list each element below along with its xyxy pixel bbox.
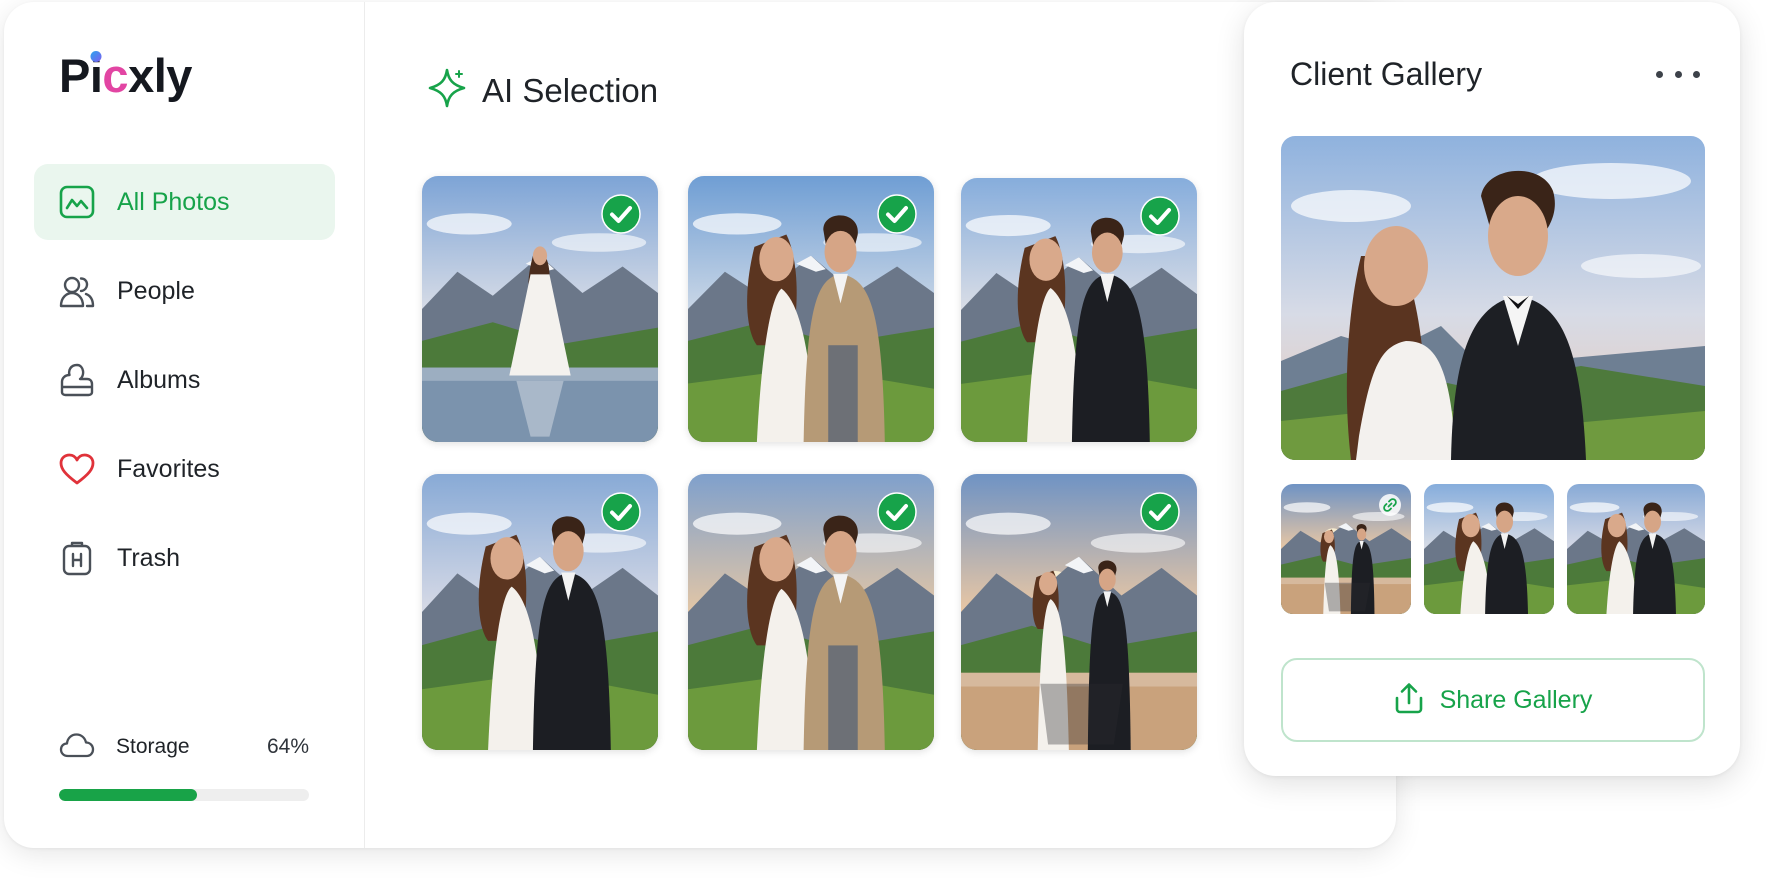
people-icon [58, 272, 96, 310]
more-horizontal-icon[interactable] [1656, 62, 1700, 86]
sidebar: Pi cxly All Photos People Albums Favorit… [4, 2, 365, 848]
sidebar-item-all-photos[interactable]: All Photos [34, 164, 335, 240]
thumbnail-couple-at-lake[interactable] [1281, 484, 1411, 614]
logo-letter: c [102, 49, 129, 102]
thumbnail-couple-on-hill[interactable] [1567, 484, 1705, 614]
storage-widget: Storage 64% [59, 730, 309, 801]
share-gallery-label: Share Gallery [1439, 685, 1593, 714]
logo-letters: xly [128, 49, 192, 102]
sparkle-icon [428, 68, 466, 113]
ai-selection-header: AI Selection [428, 68, 658, 113]
selected-check-icon[interactable] [601, 492, 641, 532]
selected-check-icon[interactable] [877, 492, 917, 532]
selected-check-icon[interactable] [1140, 492, 1180, 532]
trash-icon [58, 539, 96, 577]
sidebar-item-trash[interactable]: Trash [34, 520, 335, 596]
sidebar-item-label: People [117, 276, 195, 305]
photo-card-couple-hugging-smiling[interactable] [422, 474, 658, 750]
albums-icon [58, 361, 96, 399]
selected-check-icon[interactable] [877, 194, 917, 234]
photo-card-couple-at-lake-sunset[interactable] [961, 474, 1197, 750]
selected-check-icon[interactable] [1140, 196, 1180, 236]
heart-icon [58, 450, 96, 488]
storage-progress-fill [59, 789, 197, 801]
brand-logo[interactable]: Pi cxly [59, 48, 192, 103]
cloud-icon [59, 732, 95, 763]
app-window: Pi cxly All Photos People Albums Favorit… [4, 2, 1396, 848]
client-gallery-panel: Client Gallery Share Gallery [1244, 2, 1740, 776]
sidebar-item-favorites[interactable]: Favorites [34, 431, 335, 507]
photo-card-bride-alone-by-lake[interactable] [422, 176, 658, 442]
storage-percent: 64% [266, 735, 309, 758]
photo-card-couple-embracing-tuxedo[interactable] [961, 178, 1197, 442]
client-gallery-hero-photo[interactable] [1281, 136, 1705, 460]
page-title: AI Selection [482, 71, 659, 109]
thumbnail-couple-on-meadow[interactable] [1424, 484, 1554, 614]
photo-card-couple-sitting-cheek-to-cheek[interactable] [688, 474, 934, 750]
sidebar-item-albums[interactable]: Albums [34, 342, 335, 418]
sidebar-nav: All Photos People Albums Favorites Trash [34, 164, 335, 609]
photo-card-couple-sitting-on-grass[interactable] [688, 176, 934, 442]
link-icon[interactable] [1379, 494, 1401, 516]
storage-label: Storage [116, 735, 190, 758]
sidebar-item-label: Favorites [117, 454, 220, 483]
landscape-photo-icon [58, 183, 96, 221]
sidebar-item-label: Trash [117, 543, 180, 572]
share-gallery-button[interactable]: Share Gallery [1281, 658, 1705, 742]
sidebar-item-label: All Photos [117, 187, 230, 216]
client-gallery-title: Client Gallery [1290, 56, 1483, 92]
logo-letter: i [89, 49, 103, 102]
sidebar-item-people[interactable]: People [34, 253, 335, 329]
sidebar-item-label: Albums [117, 365, 201, 394]
storage-progress-bar [59, 789, 309, 801]
selected-check-icon[interactable] [601, 194, 641, 234]
logo-letter: P [59, 49, 90, 102]
share-upload-icon [1394, 682, 1424, 719]
